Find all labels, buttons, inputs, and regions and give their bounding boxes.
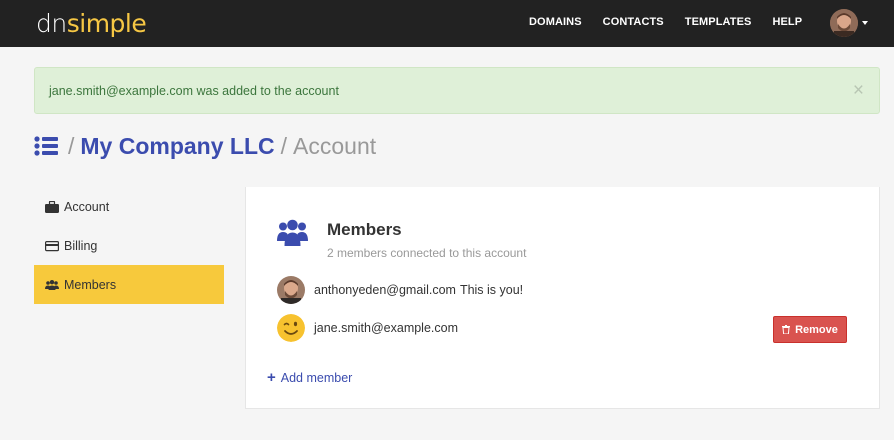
nav-link-templates[interactable]: TEMPLATES	[685, 16, 752, 28]
breadcrumb-separator: /	[68, 132, 75, 159]
logo-prefix: dn	[36, 9, 67, 38]
nav-link-help[interactable]: HELP	[772, 16, 802, 28]
member-email: jane.smith@example.com	[314, 321, 458, 335]
add-member-label: Add member	[280, 370, 353, 385]
member-avatar	[277, 314, 305, 342]
plus-icon: +	[267, 369, 276, 386]
sidebar-item-label: Account	[64, 199, 110, 214]
nav-link-contacts[interactable]: CONTACTS	[603, 16, 664, 28]
member-email: anthonyeden@gmail.com This is you!	[314, 283, 523, 297]
trash-icon	[782, 325, 791, 334]
success-alert: jane.smith@example.com was added to the …	[34, 67, 880, 114]
user-avatar[interactable]	[830, 9, 858, 37]
sidebar-item-members[interactable]: Members	[34, 265, 224, 304]
sidebar-item-account[interactable]: Account	[34, 187, 224, 226]
panel-subtitle: 2 members connected to this account	[327, 246, 527, 260]
sidebar-item-label: Billing	[64, 238, 98, 253]
close-icon[interactable]: ×	[853, 81, 864, 100]
users-icon	[277, 219, 308, 246]
add-member-link[interactable]: + Add member	[267, 370, 352, 385]
user-menu-chevron-down-icon[interactable]	[862, 21, 868, 25]
dnsimple-logo[interactable]: dnsimple	[36, 9, 147, 38]
users-icon	[45, 279, 59, 290]
breadcrumb: / My Company LLC / Account	[34, 131, 376, 161]
members-panel: Members 2 members connected to this acco…	[245, 187, 880, 409]
breadcrumb-current: Account	[293, 132, 377, 159]
top-navbar: dnsimple DOMAINS CONTACTS TEMPLATES HELP	[0, 0, 894, 47]
credit-card-icon	[45, 240, 59, 251]
remove-member-button[interactable]: Remove	[773, 316, 847, 343]
briefcase-icon	[45, 200, 59, 213]
remove-button-label: Remove	[795, 323, 838, 336]
main-nav: DOMAINS CONTACTS TEMPLATES HELP	[529, 16, 823, 28]
breadcrumb-company-link[interactable]: My Company LLC	[80, 133, 274, 160]
member-self-note: This is you!	[459, 283, 524, 297]
logo-suffix: simple	[66, 9, 147, 38]
member-row: jane.smith@example.com	[277, 314, 852, 342]
nav-link-domains[interactable]: DOMAINS	[529, 16, 582, 28]
member-email-text: anthonyeden@gmail.com	[314, 283, 456, 297]
member-avatar	[277, 276, 305, 304]
list-icon[interactable]	[34, 136, 58, 156]
sidebar-item-label: Members	[64, 277, 117, 292]
alert-message: jane.smith@example.com was added to the …	[49, 84, 339, 98]
member-row: anthonyeden@gmail.com This is you!	[277, 276, 852, 304]
panel-title: Members	[327, 220, 402, 239]
sidebar-item-billing[interactable]: Billing	[34, 226, 224, 265]
breadcrumb-separator: /	[280, 132, 288, 159]
account-sidebar: Account Billing Members	[34, 187, 224, 304]
